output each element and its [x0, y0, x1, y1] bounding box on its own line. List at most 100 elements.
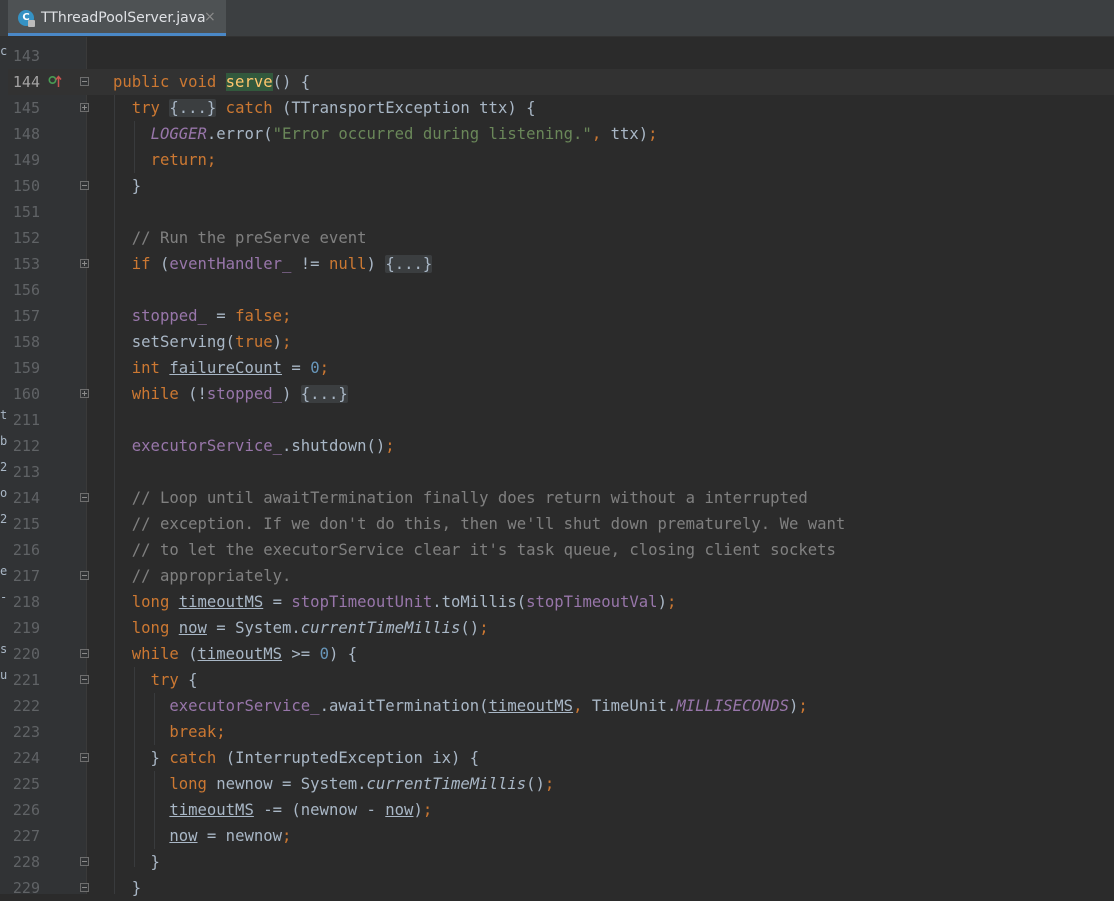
collapse-fold-icon[interactable]: [80, 649, 89, 658]
code-text: timeoutMS -= (newnow - now);: [113, 797, 432, 823]
code-line[interactable]: 213: [0, 459, 1114, 485]
code-text: } catch (InterruptedException ix) {: [113, 745, 480, 771]
code-line[interactable]: 220 while (timeoutMS >= 0) {: [0, 641, 1114, 667]
collapse-fold-icon[interactable]: [80, 181, 89, 190]
code-line[interactable]: 226 timeoutMS -= (newnow - now);: [0, 797, 1114, 823]
line-number: 151: [12, 203, 40, 221]
code-token: }: [113, 853, 160, 871]
code-line[interactable]: 149 return;: [0, 147, 1114, 173]
code-line[interactable]: 150 }: [0, 173, 1114, 199]
code-line[interactable]: 152 // Run the preServe event: [0, 225, 1114, 251]
code-line[interactable]: 148 LOGGER.error("Error occurred during …: [0, 121, 1114, 147]
code-token: (TTransportException ttx) {: [282, 99, 536, 117]
code-line[interactable]: 143: [0, 43, 1114, 69]
collapse-fold-icon[interactable]: [80, 77, 89, 86]
collapse-fold-icon[interactable]: [80, 753, 89, 762]
code-token: ;: [666, 593, 677, 611]
collapse-fold-icon[interactable]: [80, 675, 89, 684]
code-line[interactable]: 224 } catch (InterruptedException ix) {: [0, 745, 1114, 771]
line-number: 227: [12, 827, 40, 845]
code-text: long newnow = System.currentTimeMillis()…: [113, 771, 554, 797]
code-line[interactable]: 145 try {...} catch (TTransportException…: [0, 95, 1114, 121]
collapse-fold-icon[interactable]: [80, 883, 89, 892]
code-line[interactable]: 217 // appropriately.: [0, 563, 1114, 589]
code-line[interactable]: 151: [0, 199, 1114, 225]
code-line[interactable]: 159 int failureCount = 0;: [0, 355, 1114, 381]
code-token: >=: [282, 645, 320, 663]
folded-code-block[interactable]: {...}: [169, 99, 217, 117]
code-line[interactable]: 229 }: [0, 875, 1114, 901]
code-line[interactable]: 160 while (!stopped_) {...}: [0, 381, 1114, 407]
code-token: (): [526, 775, 545, 793]
code-token: (: [188, 645, 198, 663]
line-number: 158: [12, 333, 40, 351]
code-text: break;: [113, 719, 225, 745]
expand-fold-icon[interactable]: [80, 389, 89, 398]
code-line[interactable]: 218 long timeoutMS = stopTimeoutUnit.toM…: [0, 589, 1114, 615]
code-token: ): [366, 255, 386, 273]
code-token: setServing(: [113, 333, 236, 351]
code-token: }: [113, 749, 170, 767]
code-token: LOGGER: [150, 125, 207, 143]
collapse-fold-icon[interactable]: [80, 493, 89, 502]
code-token: MILLISECONDS: [676, 697, 790, 715]
code-line[interactable]: 223 break;: [0, 719, 1114, 745]
expand-fold-icon[interactable]: [80, 259, 89, 268]
code-line[interactable]: 222 executorService_.awaitTermination(ti…: [0, 693, 1114, 719]
code-text: stopped_ = false;: [113, 303, 292, 329]
line-number: 219: [12, 619, 40, 637]
code-token: ttx): [610, 125, 649, 143]
expand-fold-icon[interactable]: [80, 103, 89, 112]
code-line[interactable]: 216 // to let the executorService clear …: [0, 537, 1114, 563]
code-token: // Run the preServe event: [131, 229, 367, 247]
code-line[interactable]: 211: [0, 407, 1114, 433]
code-line[interactable]: 156: [0, 277, 1114, 303]
code-line[interactable]: 221 try {: [0, 667, 1114, 693]
code-line[interactable]: 227 now = newnow;: [0, 823, 1114, 849]
code-text: if (eventHandler_ != null) {...}: [113, 251, 433, 277]
code-token: "Error occurred during listening.": [272, 125, 592, 143]
line-number: 222: [12, 697, 40, 715]
code-line[interactable]: 157 stopped_ = false;: [0, 303, 1114, 329]
code-text: try {...} catch (TTransportException ttx…: [113, 95, 536, 121]
tab-tthreadpoolserver[interactable]: C TThreadPoolServer.java ×: [8, 0, 226, 36]
code-line[interactable]: 214 // Loop until awaitTermination final…: [0, 485, 1114, 511]
code-token: = newnow: [197, 827, 283, 845]
close-icon[interactable]: ×: [204, 9, 216, 25]
code-token: .toMillis(: [432, 593, 527, 611]
collapse-fold-icon[interactable]: [80, 571, 89, 580]
code-line[interactable]: 228 }: [0, 849, 1114, 875]
code-token: =: [263, 593, 292, 611]
line-number: 226: [12, 801, 40, 819]
line-number: 218: [12, 593, 40, 611]
code-line[interactable]: 144 public void serve() {: [0, 69, 1114, 95]
code-line[interactable]: 219 long now = System.currentTimeMillis(…: [0, 615, 1114, 641]
code-text: // exception. If we don't do this, then …: [113, 511, 846, 537]
code-token: return;: [150, 151, 217, 169]
line-number: 215: [12, 515, 40, 533]
code-text: try {: [113, 667, 198, 693]
code-token: // exception. If we don't do this, then …: [131, 515, 846, 533]
code-text: now = newnow;: [113, 823, 291, 849]
code-token: ,: [591, 125, 611, 143]
code-token: 0: [310, 359, 320, 377]
code-line[interactable]: 225 long newnow = System.currentTimeMill…: [0, 771, 1114, 797]
line-number: 143: [12, 47, 40, 65]
folded-code-block[interactable]: {...}: [385, 255, 433, 273]
code-line[interactable]: 215 // exception. If we don't do this, t…: [0, 511, 1114, 537]
code-line[interactable]: 212 executorService_.shutdown();: [0, 433, 1114, 459]
folded-code-block[interactable]: {...}: [300, 385, 348, 403]
line-number: 213: [12, 463, 40, 481]
code-token: stopTimeoutVal: [526, 593, 658, 611]
line-number: 149: [12, 151, 40, 169]
code-token: if: [131, 255, 160, 273]
collapse-fold-icon[interactable]: [80, 857, 89, 866]
code-line[interactable]: 158 setServing(true);: [0, 329, 1114, 355]
code-line[interactable]: 153 if (eventHandler_ != null) {...}: [0, 251, 1114, 277]
